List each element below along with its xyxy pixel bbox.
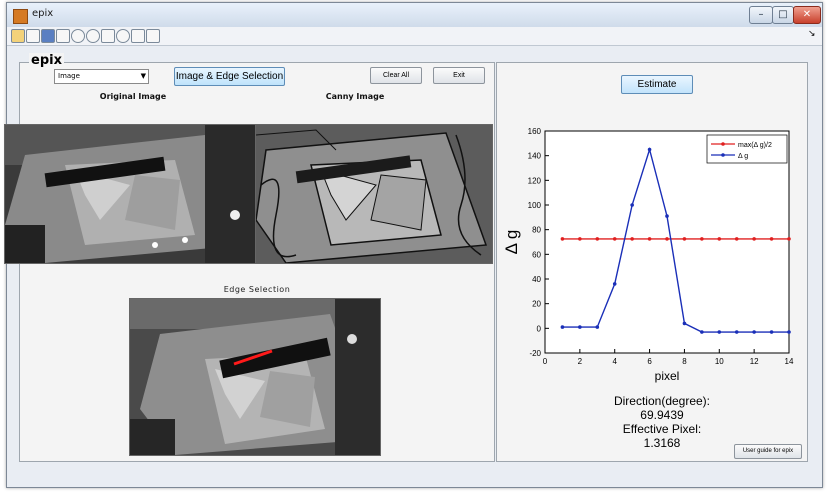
colorbar-icon[interactable]: [146, 29, 160, 43]
series-0-point: [630, 237, 634, 241]
effective-pixel-value: 1.3168: [643, 436, 681, 450]
estimate-button[interactable]: Estimate: [621, 75, 693, 94]
x-tick-label: 2: [578, 357, 583, 366]
series-1-point: [595, 325, 600, 329]
close-button[interactable]: ✕: [793, 6, 821, 24]
series-0-point: [734, 237, 739, 241]
y-tick-label: 160: [528, 127, 542, 136]
zoom-out-icon[interactable]: [86, 29, 100, 43]
series-0-point: [717, 237, 722, 241]
image-source-dropdown[interactable]: Image ▼: [54, 69, 149, 84]
x-tick-label: 6: [647, 357, 652, 366]
dropdown-value: Image: [58, 72, 80, 80]
legend-swatch-marker: [721, 153, 725, 157]
series-1-point: [717, 330, 722, 334]
plot-area: [544, 130, 790, 354]
y-tick-label: 140: [528, 152, 542, 161]
title-bar: epix – □ ✕: [7, 3, 822, 28]
rotate-icon[interactable]: [116, 29, 130, 43]
y-axis-label: Δ g: [502, 230, 521, 255]
app-window: epix – □ ✕ ↘ epix Image ▼ Image & Edge S…: [4, 2, 823, 488]
series-1-point: [647, 147, 652, 152]
y-tick-label: -20: [529, 349, 541, 358]
series-0-point: [682, 237, 687, 241]
x-axis-label: pixel: [655, 369, 680, 383]
matlab-app-icon: [13, 9, 28, 24]
legend-entry: Δ g: [738, 153, 748, 160]
direction-value: 69.9439: [640, 408, 684, 422]
edge-selection-caption: Edge Selection: [223, 285, 291, 294]
y-tick-label: 20: [532, 300, 541, 309]
user-guide-button[interactable]: User guide for epix: [734, 444, 802, 459]
series-1-point: [752, 330, 756, 334]
pan-icon[interactable]: [101, 29, 115, 43]
series-0-point: [787, 237, 791, 241]
series-0-point: [665, 237, 669, 241]
series-0-point: [560, 237, 565, 241]
figure-toolbar: ↘: [7, 27, 822, 46]
series-1-point: [769, 330, 774, 334]
y-tick-label: 40: [532, 275, 541, 284]
chart-axes: 0 2 4 6 8 10 12 14-20020406080100120140160pixel…: [502, 127, 794, 383]
x-tick-label: 4: [612, 357, 617, 366]
delta-g-chart: 0 2 4 6 8 10 12 14-20020406080100120140160pixel…: [502, 127, 794, 383]
y-tick-label: 80: [532, 226, 541, 235]
exit-button[interactable]: Exit: [433, 67, 485, 84]
chart-legend: max(Δ g)/2 Δ g: [706, 134, 788, 164]
series-1-point: [578, 325, 582, 329]
window-title: epix: [32, 8, 54, 19]
clear-all-button[interactable]: Clear All: [370, 67, 422, 84]
panel-title: epix: [29, 53, 64, 68]
save-icon[interactable]: [41, 29, 55, 43]
x-tick-label: 14: [785, 357, 794, 366]
series-1-point: [630, 203, 634, 207]
y-tick-label: 60: [532, 250, 541, 259]
original-image[interactable]: [4, 124, 256, 264]
x-tick-label: 10: [715, 357, 724, 366]
series-1-point: [734, 330, 739, 334]
series-0-point: [612, 237, 617, 241]
series-0-point: [578, 237, 582, 241]
print-icon[interactable]: [56, 29, 70, 43]
series-0-point: [647, 237, 652, 241]
series-1-point: [787, 330, 791, 334]
x-tick-label: 12: [750, 357, 759, 366]
series-1-point: [612, 282, 617, 286]
chevron-down-icon: ▼: [140, 72, 146, 80]
image-edge-selection-button[interactable]: Image & Edge Selection: [174, 67, 285, 86]
series-1-point: [682, 321, 687, 326]
y-tick-label: 0: [537, 324, 542, 333]
effective-pixel-label: Effective Pixel:: [622, 422, 702, 436]
y-tick-label: 120: [528, 176, 542, 185]
series-0-point: [700, 237, 704, 241]
series-1-point: [560, 325, 565, 329]
series-0-point: [752, 237, 756, 241]
data-cursor-icon[interactable]: [131, 29, 145, 43]
series-0-point: [769, 237, 774, 241]
dock-arrow-icon[interactable]: ↘: [808, 29, 816, 39]
series-0-point: [595, 237, 600, 241]
open-file-icon[interactable]: [26, 29, 40, 43]
new-file-icon[interactable]: [11, 29, 25, 43]
edge-selection-image[interactable]: [129, 298, 381, 456]
legend-swatch-marker: [721, 142, 725, 146]
zoom-in-icon[interactable]: [71, 29, 85, 43]
direction-label: Direction(degree):: [613, 394, 711, 408]
y-tick-label: 100: [528, 201, 542, 210]
legend-entry: max(Δ g)/2: [738, 142, 772, 149]
x-tick-label: 8: [682, 357, 687, 366]
canny-image[interactable]: [255, 124, 493, 264]
minimize-button[interactable]: –: [749, 6, 773, 24]
original-image-caption: Original Image: [99, 92, 167, 101]
series-1-point: [665, 214, 669, 218]
maximize-button[interactable]: □: [772, 6, 794, 24]
series-1-point: [700, 330, 704, 334]
x-tick-label: 0: [543, 357, 548, 366]
canny-image-caption: Canny Image: [325, 92, 385, 101]
